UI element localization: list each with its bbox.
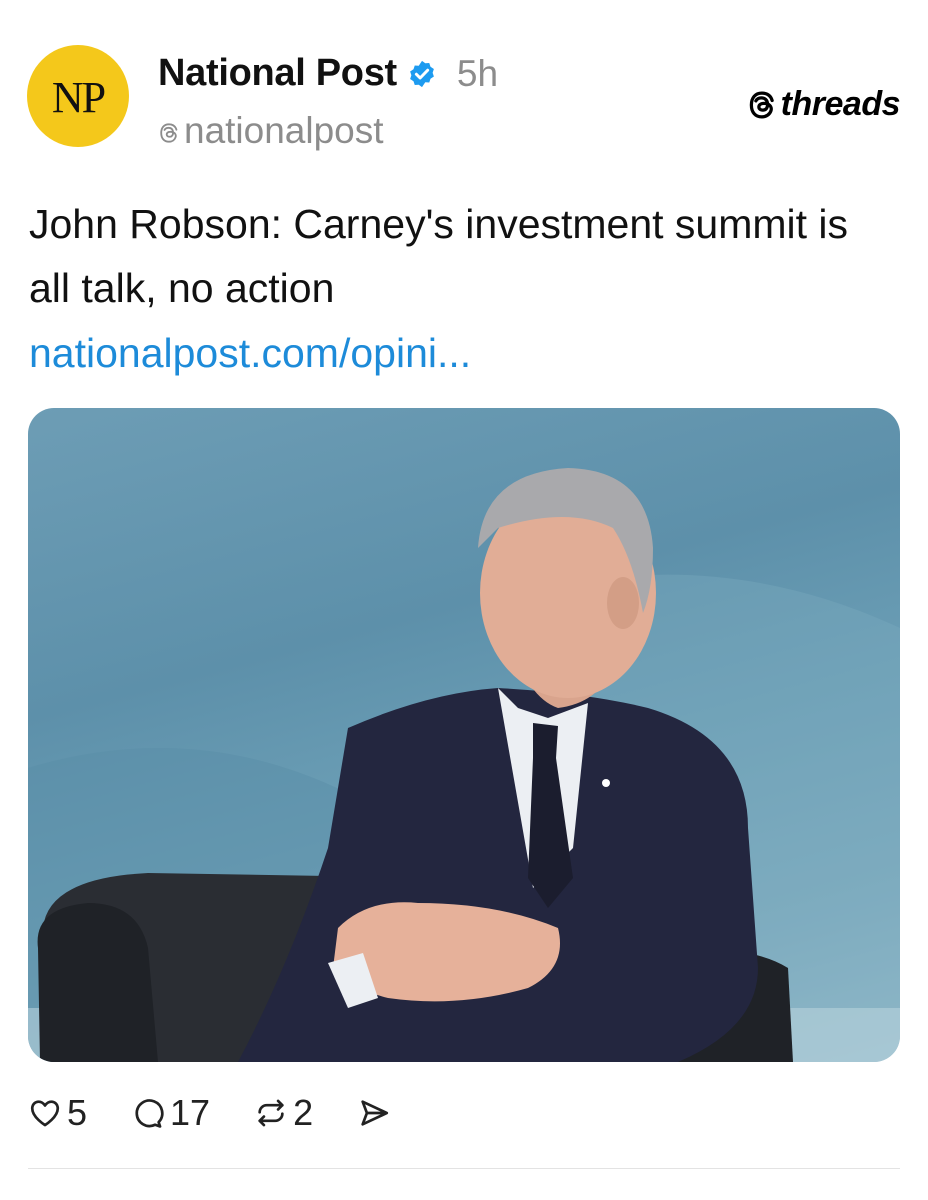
post-headline: John Robson: Carney's investment summit … <box>29 201 849 311</box>
post-divider <box>28 1168 900 1169</box>
share-button[interactable] <box>357 1096 391 1130</box>
repost-button[interactable]: 2 <box>254 1092 313 1134</box>
threads-logo-icon <box>749 90 774 119</box>
share-icon <box>361 1100 389 1126</box>
reply-count: 17 <box>170 1092 211 1133</box>
author-handle[interactable]: nationalpost <box>184 110 384 152</box>
verified-badge-icon <box>410 60 434 87</box>
author-row: National Post 5h <box>158 52 498 95</box>
post-actions: 5 17 2 <box>28 1092 435 1134</box>
post-image[interactable] <box>28 408 900 1062</box>
photo-illustration <box>28 468 900 1062</box>
threads-small-icon <box>160 123 178 143</box>
repost-icon <box>258 1099 284 1127</box>
post-time: 5h <box>456 52 499 94</box>
handle-row: nationalpost <box>158 110 384 152</box>
avatar-logo-text: NP <box>51 72 106 122</box>
like-button[interactable]: 5 <box>28 1092 87 1134</box>
threads-brand: threads <box>747 85 901 124</box>
author-avatar[interactable]: NP <box>27 45 129 147</box>
article-link[interactable]: nationalpost.com/opini... <box>29 330 471 377</box>
author-name[interactable]: National Post <box>158 52 397 95</box>
reply-button[interactable]: 17 <box>131 1092 210 1134</box>
repost-count: 2 <box>293 1092 314 1133</box>
reply-icon <box>135 1099 164 1128</box>
like-count: 5 <box>67 1092 88 1133</box>
threads-brand-text: threads <box>780 85 901 123</box>
heart-icon <box>30 1100 60 1127</box>
